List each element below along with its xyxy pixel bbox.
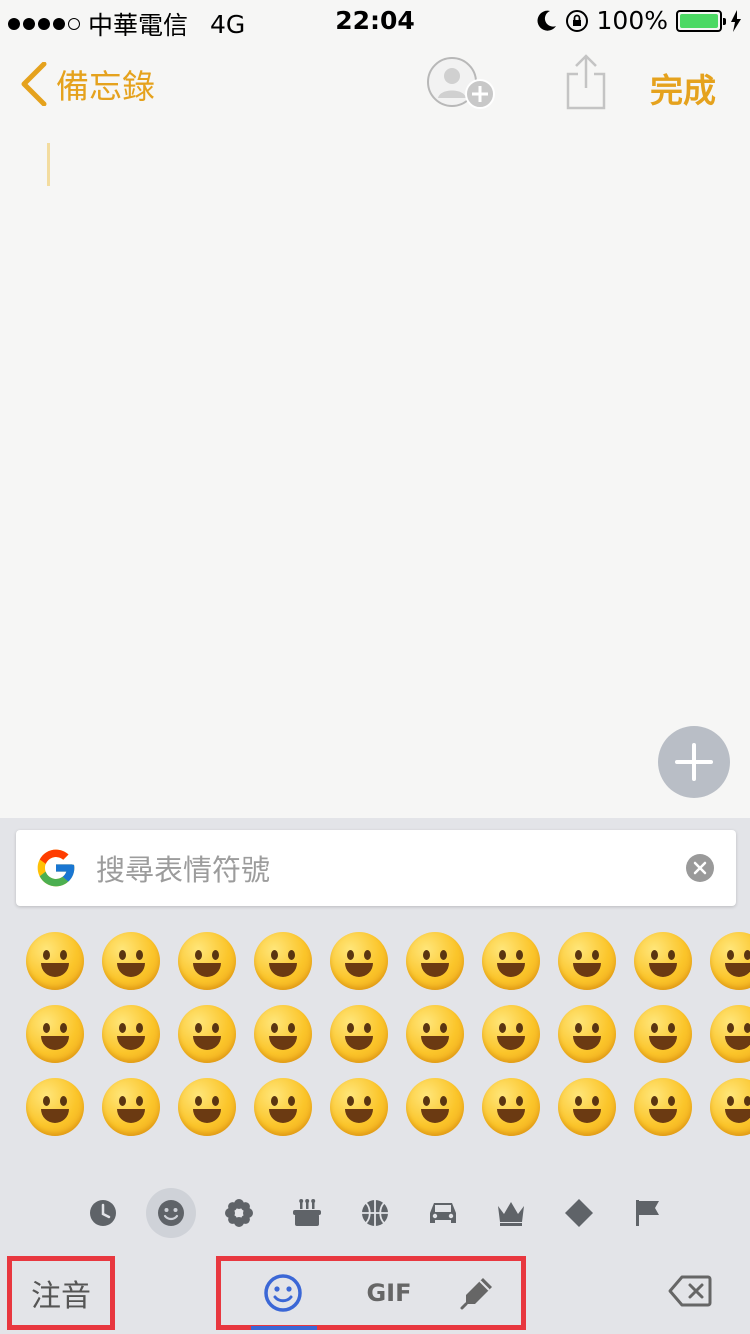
back-label: 備忘錄 [56,67,155,106]
diamond-icon[interactable] [554,1188,604,1238]
keyboard-mode-group: GIF [216,1256,526,1330]
emoji-key[interactable] [330,1078,388,1136]
flower-icon[interactable] [214,1188,264,1238]
emoji-tab[interactable] [251,1261,315,1325]
emoji-key[interactable] [558,1005,616,1063]
emoji-key[interactable] [26,932,84,990]
status-bar: 中華電信 4G 22:04 100% [0,0,750,40]
emoji-key[interactable] [102,932,160,990]
crown-icon[interactable] [486,1188,536,1238]
nav-bar: 備忘錄 完成 [0,40,750,130]
plus-icon [675,743,713,781]
recent-clock-icon[interactable] [78,1188,128,1238]
done-button[interactable]: 完成 [650,64,716,112]
text-cursor [47,143,50,186]
emoji-key[interactable] [330,932,388,990]
emoji-key[interactable] [178,1078,236,1136]
battery-icon [676,9,726,32]
food-cake-icon[interactable] [282,1188,332,1238]
gif-tab[interactable]: GIF [349,1261,429,1325]
emoji-key[interactable] [102,1078,160,1136]
emoji-key[interactable] [406,932,464,990]
emoji-grid [0,926,750,1166]
emoji-key[interactable] [254,1005,312,1063]
smiley-icon[interactable] [146,1188,196,1238]
emoji-key[interactable] [178,932,236,990]
emoji-keyboard: 搜尋表情符號 注音 GIF [0,818,750,1334]
pen-icon [460,1278,492,1310]
emoji-search-field[interactable]: 搜尋表情符號 [16,830,736,906]
emoji-key[interactable] [178,1005,236,1063]
close-icon [693,861,707,875]
language-switch-button[interactable]: 注音 [7,1256,115,1330]
emoji-key[interactable] [330,1005,388,1063]
emoji-key[interactable] [406,1078,464,1136]
emoji-key[interactable] [634,1078,692,1136]
search-placeholder: 搜尋表情符號 [96,853,271,887]
active-tab-indicator [251,1326,317,1330]
emoji-key[interactable] [482,932,540,990]
emoji-key[interactable] [482,1005,540,1063]
emoji-key[interactable] [254,932,312,990]
chevron-left-icon [21,62,47,106]
emoji-key[interactable] [254,1078,312,1136]
emoji-key[interactable] [710,1078,750,1136]
sports-ball-icon[interactable] [350,1188,400,1238]
google-g-icon [37,849,75,887]
car-icon[interactable] [418,1188,468,1238]
add-person-icon[interactable] [426,56,498,112]
moon-icon [537,10,556,31]
emoji-key[interactable] [482,1078,540,1136]
rotation-lock-icon [565,9,588,32]
charging-bolt-icon [731,9,741,32]
backspace-icon[interactable] [668,1274,712,1308]
emoji-key[interactable] [558,1078,616,1136]
emoji-key[interactable] [710,1005,750,1063]
emoji-key[interactable] [634,1005,692,1063]
battery-percent: 100% [596,6,668,35]
smiley-icon [264,1274,302,1312]
emoji-key[interactable] [558,932,616,990]
emoji-key[interactable] [406,1005,464,1063]
add-attachment-button[interactable] [658,726,730,798]
emoji-key[interactable] [26,1005,84,1063]
back-button[interactable]: 備忘錄 [20,60,155,108]
emoji-key[interactable] [26,1078,84,1136]
emoji-key[interactable] [102,1005,160,1063]
status-right: 100% [537,6,742,35]
emoji-category-bar [0,1184,750,1240]
emoji-key[interactable] [710,932,750,990]
flag-icon[interactable] [622,1188,672,1238]
clear-search-button[interactable] [686,854,714,882]
emoji-key[interactable] [634,932,692,990]
share-icon[interactable] [564,54,608,110]
draw-tab[interactable] [449,1261,505,1325]
keyboard-bottom-bar: 注音 GIF [0,1254,750,1334]
